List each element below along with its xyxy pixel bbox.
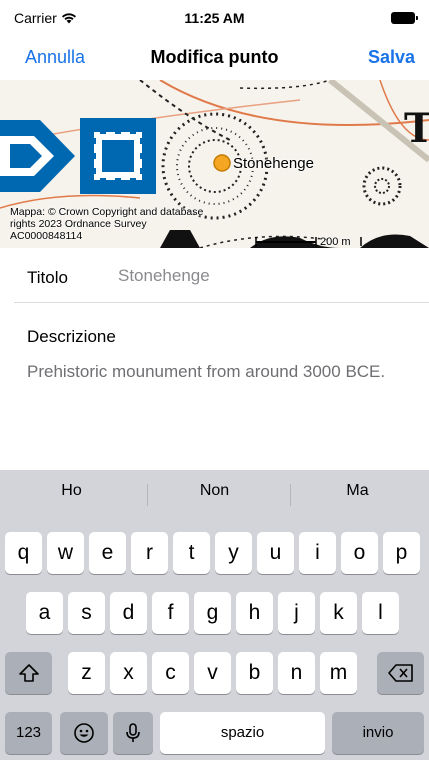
title-field-row: Titolo bbox=[0, 248, 429, 302]
key-a[interactable]: a bbox=[26, 592, 63, 634]
return-key[interactable]: invio bbox=[332, 712, 424, 754]
key-w[interactable]: w bbox=[47, 532, 84, 574]
key-x[interactable]: x bbox=[110, 652, 147, 694]
divider bbox=[14, 302, 429, 303]
keyboard: Ho Non Ma q w e r t y u i o p a s d f g … bbox=[0, 470, 429, 760]
key-m[interactable]: m bbox=[320, 652, 357, 694]
svg-text:T: T bbox=[404, 105, 429, 152]
key-r[interactable]: r bbox=[131, 532, 168, 574]
key-i[interactable]: i bbox=[299, 532, 336, 574]
key-f[interactable]: f bbox=[152, 592, 189, 634]
key-s[interactable]: s bbox=[68, 592, 105, 634]
delete-key[interactable] bbox=[377, 652, 424, 694]
key-u[interactable]: u bbox=[257, 532, 294, 574]
key-q[interactable]: q bbox=[5, 532, 42, 574]
microphone-icon bbox=[126, 723, 140, 743]
battery-icon bbox=[391, 12, 418, 24]
suggestion-item[interactable]: Ho bbox=[0, 482, 143, 500]
title-input[interactable] bbox=[118, 266, 408, 286]
suggestion-item[interactable]: Non bbox=[143, 482, 286, 500]
emoji-key[interactable] bbox=[60, 712, 108, 754]
title-label: Titolo bbox=[27, 268, 68, 287]
key-c[interactable]: c bbox=[152, 652, 189, 694]
key-b[interactable]: b bbox=[236, 652, 273, 694]
shift-key[interactable] bbox=[5, 652, 52, 694]
navigation-bar: Annulla Modifica punto Salva bbox=[0, 38, 429, 80]
key-j[interactable]: j bbox=[278, 592, 315, 634]
key-o[interactable]: o bbox=[341, 532, 378, 574]
key-e[interactable]: e bbox=[89, 532, 126, 574]
map-view[interactable]: T Stonehenge Mappa: © Crown Copyright an… bbox=[0, 80, 429, 248]
microphone-key[interactable] bbox=[113, 712, 153, 754]
emoji-icon bbox=[74, 723, 94, 744]
key-y[interactable]: y bbox=[215, 532, 252, 574]
key-z[interactable]: z bbox=[68, 652, 105, 694]
numbers-key[interactable]: 123 bbox=[5, 712, 52, 754]
cancel-button[interactable]: Annulla bbox=[25, 47, 85, 68]
key-l[interactable]: l bbox=[362, 592, 399, 634]
key-g[interactable]: g bbox=[194, 592, 231, 634]
key-n[interactable]: n bbox=[278, 652, 315, 694]
description-input[interactable]: Prehistoric mounument from around 3000 B… bbox=[27, 360, 407, 383]
key-v[interactable]: v bbox=[194, 652, 231, 694]
key-h[interactable]: h bbox=[236, 592, 273, 634]
map-pin-icon[interactable] bbox=[213, 154, 231, 172]
suggestion-item[interactable]: Ma bbox=[286, 482, 429, 500]
map-pin-label: Stonehenge bbox=[233, 155, 314, 172]
map-attribution: Mappa: © Crown Copyright and database ri… bbox=[10, 206, 204, 242]
key-p[interactable]: p bbox=[383, 532, 420, 574]
key-t[interactable]: t bbox=[173, 532, 210, 574]
map-scale-label: 200 m bbox=[320, 236, 351, 248]
key-k[interactable]: k bbox=[320, 592, 357, 634]
save-button[interactable]: Salva bbox=[368, 47, 415, 68]
description-label: Descrizione bbox=[27, 327, 116, 346]
delete-icon bbox=[387, 664, 413, 683]
suggestion-bar: Ho Non Ma bbox=[0, 470, 429, 514]
status-bar: Carrier 11:25 AM bbox=[0, 0, 429, 38]
shift-icon bbox=[18, 664, 39, 683]
space-key[interactable]: spazio bbox=[160, 712, 325, 754]
status-time: 11:25 AM bbox=[184, 10, 245, 26]
key-d[interactable]: d bbox=[110, 592, 147, 634]
